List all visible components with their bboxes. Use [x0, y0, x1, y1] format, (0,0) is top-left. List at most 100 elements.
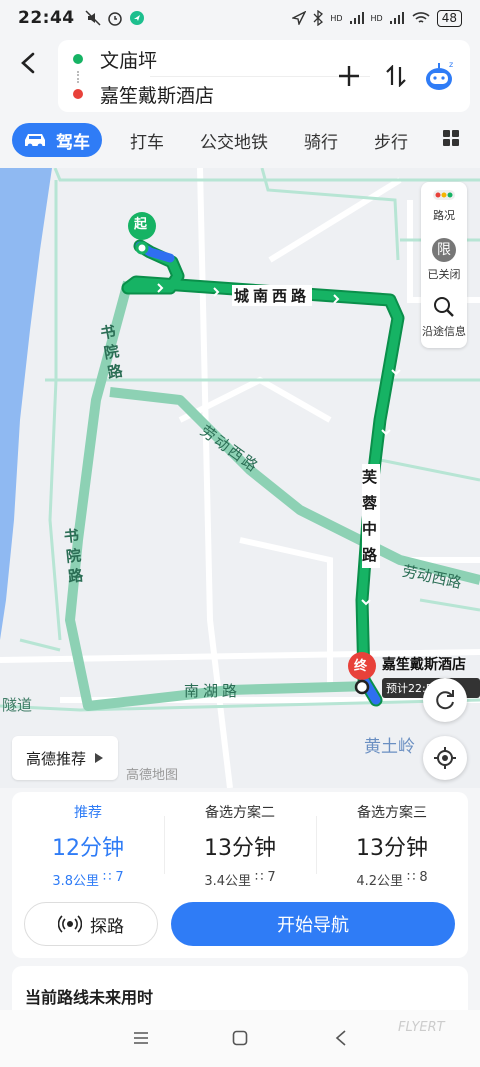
traffic-toggle[interactable]: 路况: [421, 190, 467, 223]
add-waypoint-button[interactable]: [329, 54, 369, 98]
signal-1-icon: [349, 12, 364, 24]
battery-indicator: 48: [436, 9, 462, 27]
restriction-icon-text: 限: [437, 242, 451, 258]
location-app-icon: [129, 11, 144, 25]
plan-time: 13分钟: [356, 836, 428, 861]
locate-icon: [434, 747, 456, 769]
bluetooth-icon: [313, 10, 324, 26]
home-key[interactable]: [225, 1026, 255, 1050]
place-label-huangtuling: 黄土岭: [364, 737, 415, 757]
restriction-toggle[interactable]: 限 已关闭: [421, 238, 467, 282]
plan-card-3[interactable]: 备选方案三 13分钟 4.2公里 ∷ 8: [316, 802, 468, 889]
signal-2-label: HD: [370, 13, 383, 23]
svg-text:z: z: [449, 60, 453, 69]
tab-taxi[interactable]: 打车: [130, 128, 164, 153]
menu-icon: [134, 1032, 148, 1044]
gps-icon: [292, 11, 307, 25]
future-time-title: 当前路线未来用时: [25, 988, 154, 1007]
start-field[interactable]: 文庙坪: [58, 42, 308, 76]
alt-routes: [65, 280, 480, 711]
swap-button[interactable]: [376, 54, 416, 98]
plan-meta: 4.2公里 ∷ 8: [316, 870, 468, 889]
plan-distance: 3.4公里: [204, 874, 252, 889]
home-square-icon: [232, 1030, 248, 1046]
plan-time: 13分钟: [204, 836, 276, 861]
start-navigation-button[interactable]: 开始导航: [171, 902, 455, 946]
along-route-info[interactable]: 沿途信息: [421, 296, 467, 339]
road-label-chengnan: 城南西路: [232, 285, 313, 306]
traffic-light-count-icon: ∷: [255, 870, 264, 885]
status-left-icons: [85, 10, 145, 26]
transport-mode-tabs: 驾车 打车 公交地铁 骑行 步行: [0, 118, 480, 162]
start-dot-icon: [73, 54, 83, 64]
assistant-robot-icon: z: [426, 60, 453, 90]
alarm-icon: [107, 12, 122, 26]
probe-route-button[interactable]: 探路: [24, 902, 158, 946]
swap-icon: [386, 65, 406, 87]
tab-walk-label: 步行: [374, 132, 408, 153]
start-navigation-label: 开始导航: [277, 915, 349, 936]
tab-bike-label: 骑行: [304, 132, 338, 153]
traffic-label: 路况: [433, 209, 455, 222]
along-route-label: 沿途信息: [422, 325, 466, 338]
recommend-label: 高德推荐: [26, 749, 87, 768]
tab-drive[interactable]: 驾车: [12, 123, 102, 157]
map-watermark: 高德地图: [126, 768, 179, 783]
system-nav-bar: [0, 1010, 480, 1067]
destination-name: 嘉笙戴斯酒店: [382, 657, 466, 673]
assistant-button[interactable]: z: [420, 54, 460, 98]
status-right: HD HD 48: [292, 9, 462, 27]
triangle-right-icon: [95, 753, 104, 763]
road-label-furong: 芙蓉中路: [362, 464, 380, 568]
corner-watermark: FLYERT: [398, 1020, 445, 1035]
refresh-button[interactable]: [423, 678, 467, 722]
refresh-icon: [436, 690, 454, 710]
mute-icon: [85, 10, 101, 26]
map-view[interactable]: 起 终 城南西路 芙蓉中路 书院路 书院路 劳动西路 劳动西路 南湖路 隧道 黄…: [0, 168, 480, 788]
plan-time: 12分钟: [52, 836, 124, 861]
search-icon: [434, 297, 454, 317]
restriction-label: 已关闭: [427, 268, 461, 281]
status-time: 22:44: [18, 8, 75, 28]
plan-lights: 7: [115, 870, 124, 885]
plan-title: 备选方案二: [205, 805, 275, 821]
plan-lights: 8: [419, 870, 428, 885]
end-location: 嘉笙戴斯酒店: [100, 84, 215, 107]
amap-recommend-button[interactable]: 高德推荐: [12, 736, 118, 780]
route-header: 文庙坪 嘉笙戴斯酒店 z: [0, 36, 480, 118]
plan-card-1[interactable]: 推荐 12分钟 3.8公里 ∷ 7: [12, 802, 164, 889]
grid-icon: [443, 130, 459, 146]
traffic-light-count-icon: ∷: [407, 870, 416, 885]
back-button[interactable]: [12, 46, 46, 80]
start-location: 文庙坪: [100, 49, 158, 72]
wifi-icon: [412, 12, 430, 23]
road-label-nanhu: 南湖路: [184, 682, 242, 700]
menu-key[interactable]: [126, 1026, 156, 1050]
back-key[interactable]: [326, 1026, 356, 1050]
signal-2-icon: [389, 12, 404, 24]
map-side-panel: 路况 限 已关闭 沿途信息: [421, 182, 467, 348]
river-shape: [0, 168, 52, 640]
plus-icon: [339, 66, 359, 86]
broadcast-icon: [58, 915, 82, 933]
plan-card-2[interactable]: 备选方案二 13分钟 3.4公里 ∷ 7: [164, 802, 316, 889]
plan-title: 备选方案三: [357, 805, 427, 821]
tab-walk[interactable]: 步行: [374, 128, 408, 153]
car-icon: [25, 134, 45, 149]
plan-distance: 3.8公里: [52, 874, 100, 889]
locate-button[interactable]: [423, 736, 467, 780]
end-marker-label: 终: [354, 659, 368, 674]
more-modes-button[interactable]: [442, 129, 460, 151]
signal-1-label: HD: [330, 13, 343, 23]
traffic-light-icon: [433, 190, 455, 200]
back-triangle-icon: [335, 1030, 346, 1046]
plan-lights: 7: [267, 870, 276, 885]
restriction-icon: 限: [432, 238, 456, 262]
tab-transit-label: 公交地铁: [200, 132, 268, 153]
end-field[interactable]: 嘉笙戴斯酒店: [58, 77, 308, 111]
end-dot-icon: [73, 89, 83, 99]
traffic-light-count-icon: ∷: [103, 870, 112, 885]
tab-transit[interactable]: 公交地铁: [200, 128, 268, 153]
tab-bike[interactable]: 骑行: [304, 128, 338, 153]
route-outline: [121, 239, 405, 707]
